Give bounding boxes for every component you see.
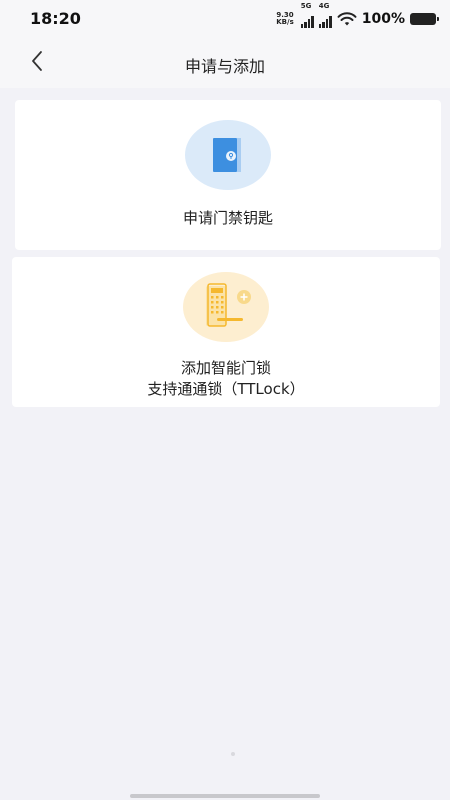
apply-door-key-card[interactable]: 申请门禁钥匙 <box>15 100 441 250</box>
signal-4g-label: 4G <box>318 2 330 10</box>
page-title: 申请与添加 <box>184 57 265 76</box>
network-speed-unit: KB/s <box>276 18 294 26</box>
battery-icon <box>410 13 439 25</box>
status-bar: 18:20 9.30 KB/s 5G 4G 100% <box>0 0 450 36</box>
door-key-icon <box>213 138 241 172</box>
add-smart-lock-label: 添加智能门锁 支持通通锁（TTLock） <box>147 358 304 400</box>
status-icons: 9.30 KB/s 5G 4G 100% <box>276 2 439 29</box>
door-key-icon-wrap <box>185 120 271 190</box>
add-smart-lock-label-line1: 添加智能门锁 <box>180 359 271 377</box>
signal-5g-label: 5G <box>300 2 312 10</box>
screen: 18:20 9.30 KB/s 5G 4G 100% 申请与添加 申请门禁钥匙 … <box>0 0 450 800</box>
status-time: 18:20 <box>30 9 81 28</box>
header: 申请与添加 <box>0 36 450 88</box>
battery-percent: 100% <box>361 11 405 27</box>
page-indicator-dot <box>231 752 235 756</box>
signal-5g-icon: 5G <box>300 2 314 28</box>
apply-door-key-label: 申请门禁钥匙 <box>182 209 273 227</box>
smart-lock-icon-wrap <box>183 272 269 342</box>
home-indicator[interactable] <box>130 794 320 798</box>
signal-4g-icon: 4G <box>318 2 332 28</box>
wifi-icon <box>337 12 357 26</box>
add-smart-lock-card[interactable]: 添加智能门锁 支持通通锁（TTLock） <box>12 257 440 407</box>
smart-lock-add-icon <box>206 283 251 327</box>
add-smart-lock-label-line2: 支持通通锁（TTLock） <box>147 380 305 398</box>
network-speed: 9.30 KB/s <box>276 12 293 26</box>
